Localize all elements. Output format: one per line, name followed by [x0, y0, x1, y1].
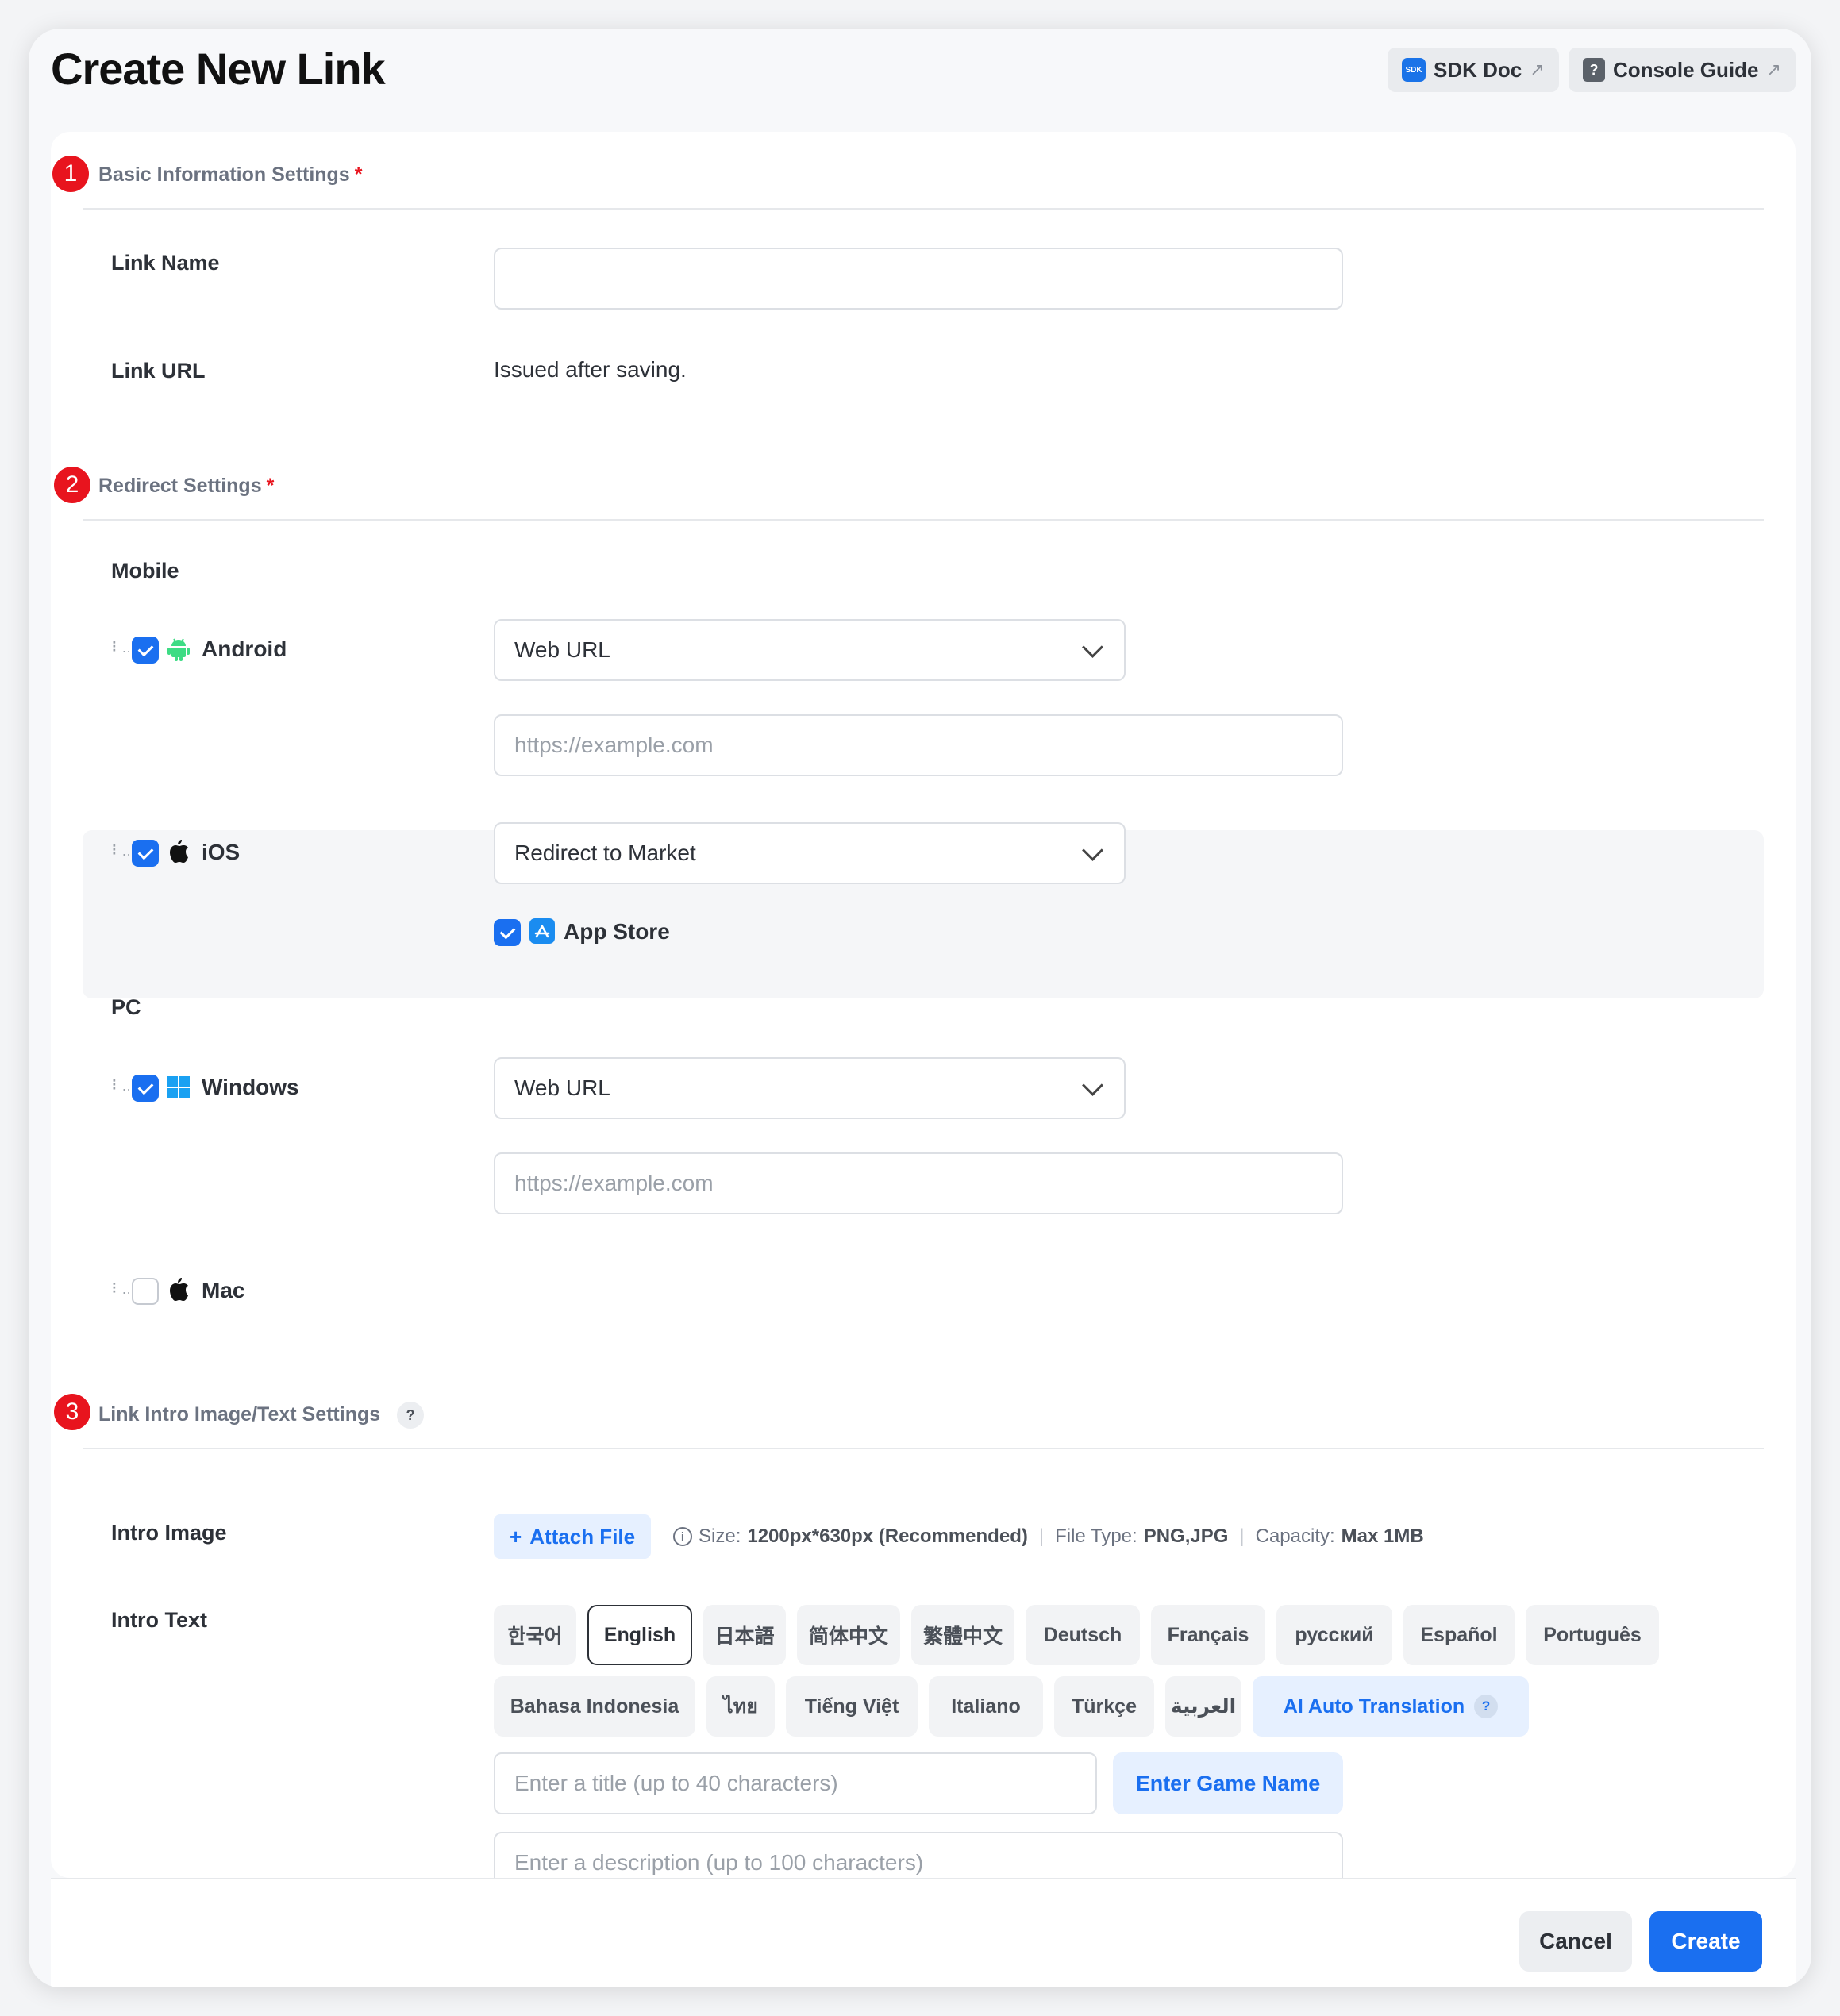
enter-game-name-button[interactable]: Enter Game Name — [1113, 1752, 1343, 1814]
windows-checkbox[interactable] — [132, 1075, 159, 1102]
required-mark: * — [354, 164, 363, 186]
section-divider — [83, 519, 1764, 521]
ios-label: iOS — [202, 840, 241, 864]
android-url-input[interactable] — [494, 714, 1343, 776]
language-tab-en[interactable]: English — [587, 1605, 692, 1665]
language-tab-id[interactable]: Bahasa Indonesia — [494, 1676, 695, 1737]
separator: | — [1239, 1525, 1245, 1547]
section-title-text: Basic Information Settings — [98, 164, 350, 186]
create-button[interactable]: Create — [1649, 1911, 1762, 1972]
page-title: Create New Link — [51, 44, 386, 94]
chevron-down-icon — [1082, 1074, 1103, 1096]
language-tab-zh-hans[interactable]: 简体中文 — [797, 1605, 900, 1665]
file-requirements-hint: i Size: 1200px*630px (Recommended) | Fil… — [673, 1525, 1424, 1548]
section-number-badge: 2 — [54, 467, 90, 503]
ai-translation-label: AI Auto Translation — [1283, 1695, 1465, 1718]
language-tab-pt[interactable]: Português — [1526, 1605, 1659, 1665]
link-url-label: Link URL — [111, 359, 206, 383]
ai-auto-translation-button[interactable]: AI Auto Translation ? — [1253, 1676, 1529, 1737]
section-divider — [83, 208, 1764, 210]
capacity-value: Max 1MB — [1341, 1525, 1424, 1547]
separator: | — [1038, 1525, 1045, 1547]
mobile-label: Mobile — [111, 559, 179, 583]
section-title-intro: Link Intro Image/Text Settings — [98, 1403, 381, 1425]
ios-checkbox[interactable] — [132, 840, 159, 867]
section-title-basic: Basic Information Settings * — [98, 164, 362, 187]
pc-label: PC — [111, 995, 141, 1019]
language-tab-ko[interactable]: 한국어 — [494, 1605, 576, 1665]
modal-footer: Cancel Create — [51, 1878, 1796, 1987]
info-icon: i — [673, 1527, 692, 1546]
type-label: File Type: — [1055, 1525, 1137, 1547]
intro-image-label: Intro Image — [111, 1521, 227, 1545]
language-tab-it[interactable]: Italiano — [929, 1676, 1043, 1737]
android-select-value: Web URL — [514, 637, 610, 662]
guide-book-icon: ? — [1583, 58, 1605, 82]
attach-file-button[interactable]: + Attach File — [494, 1514, 652, 1559]
apple-icon — [167, 1276, 191, 1302]
language-tab-th[interactable]: ไทย — [706, 1676, 775, 1737]
language-tab-es[interactable]: Español — [1403, 1605, 1515, 1665]
intro-title-input[interactable] — [494, 1752, 1097, 1814]
language-tab-ja[interactable]: 日本語 — [703, 1605, 786, 1665]
cancel-button[interactable]: Cancel — [1519, 1911, 1632, 1972]
android-checkbox[interactable] — [132, 637, 159, 664]
apple-icon — [167, 838, 191, 864]
windows-icon — [167, 1075, 191, 1100]
external-link-icon: ↗ — [1530, 60, 1545, 79]
mac-checkbox[interactable] — [132, 1278, 159, 1305]
language-tab-vi[interactable]: Tiếng Việt — [786, 1676, 918, 1737]
android-label: Android — [202, 637, 287, 661]
app-store-label: App Store — [564, 919, 670, 944]
ios-redirect-select[interactable]: Redirect to Market — [494, 822, 1126, 884]
windows-redirect-select[interactable]: Web URL — [494, 1057, 1126, 1119]
section-divider — [83, 1448, 1764, 1449]
intro-description-input[interactable] — [494, 1832, 1343, 1878]
section-number-badge: 3 — [54, 1394, 90, 1430]
console-guide-label: Console Guide — [1613, 57, 1759, 82]
language-tab-zh-hant[interactable]: 繁體中文 — [911, 1605, 1014, 1665]
language-tab-tr[interactable]: Türkçe — [1054, 1676, 1154, 1737]
mac-label: Mac — [202, 1278, 245, 1302]
link-name-label: Link Name — [111, 251, 220, 275]
link-url-value: Issued after saving. — [494, 357, 687, 382]
sdk-icon: SDK — [1402, 58, 1426, 82]
type-value: PNG,JPG — [1143, 1525, 1229, 1547]
language-tab-fr[interactable]: Français — [1151, 1605, 1265, 1665]
language-tab-ru[interactable]: русский — [1276, 1605, 1392, 1665]
windows-select-value: Web URL — [514, 1075, 610, 1100]
sdk-doc-button[interactable]: SDK SDK Doc ↗ — [1388, 48, 1559, 92]
help-icon: ? — [1474, 1695, 1499, 1718]
create-link-modal: Create New Link SDK SDK Doc ↗ ? Console … — [29, 29, 1811, 1987]
capacity-label: Capacity: — [1255, 1525, 1335, 1547]
app-store-icon — [529, 918, 556, 945]
size-label: Size: — [699, 1525, 741, 1547]
attach-file-label: Attach File — [529, 1524, 636, 1549]
app-store-checkbox[interactable] — [494, 919, 521, 946]
android-redirect-select[interactable]: Web URL — [494, 619, 1126, 681]
ios-select-value: Redirect to Market — [514, 841, 696, 865]
windows-label: Windows — [202, 1075, 299, 1099]
sdk-doc-label: SDK Doc — [1434, 57, 1522, 82]
chevron-down-icon — [1082, 636, 1103, 658]
external-link-icon: ↗ — [1766, 60, 1781, 79]
intro-text-label: Intro Text — [111, 1608, 207, 1632]
link-name-input[interactable] — [494, 248, 1343, 310]
language-tab-ar[interactable]: العربية — [1165, 1676, 1241, 1737]
section-number-badge: 1 — [52, 156, 89, 192]
section-title-text: Redirect Settings — [98, 475, 262, 497]
plus-icon: + — [510, 1524, 522, 1549]
console-guide-button[interactable]: ? Console Guide ↗ — [1569, 48, 1796, 92]
help-icon[interactable]: ? — [397, 1402, 424, 1429]
form-card: 1 Basic Information Settings * Link Name … — [51, 132, 1796, 1878]
language-tab-de[interactable]: Deutsch — [1026, 1605, 1140, 1665]
windows-url-input[interactable] — [494, 1152, 1343, 1214]
android-icon — [167, 637, 191, 662]
chevron-down-icon — [1082, 839, 1103, 861]
required-mark: * — [266, 475, 275, 497]
size-value: 1200px*630px (Recommended) — [747, 1525, 1028, 1547]
section-title-redirect: Redirect Settings * — [98, 475, 274, 498]
